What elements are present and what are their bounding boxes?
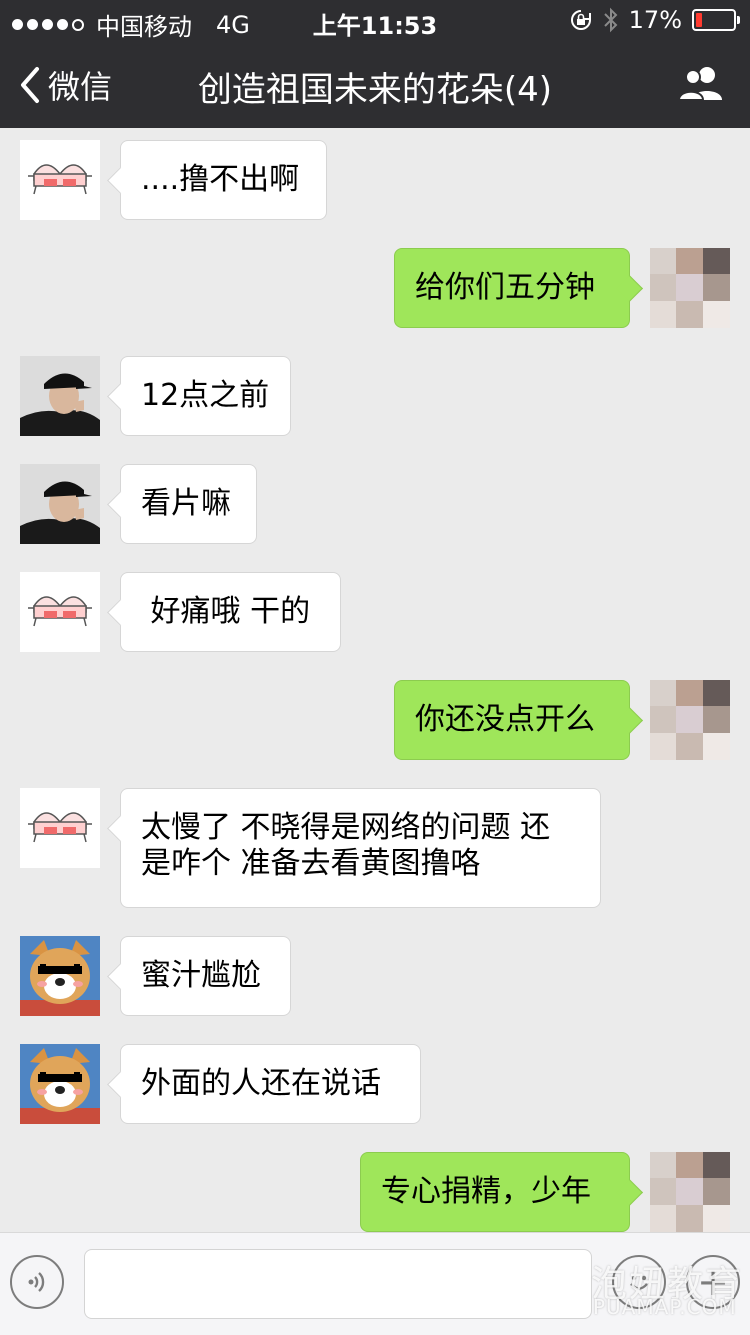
chat-history[interactable]: ....撸不出啊 给你们五分钟 12点之前看片嘛 好痛哦 干的 你还没点开么太慢了 不… bbox=[0, 128, 750, 1232]
back-label: 微信 bbox=[48, 68, 113, 106]
pixel-block bbox=[703, 1178, 730, 1205]
chat-message: 你还没点开么 bbox=[0, 668, 750, 772]
pixel-block bbox=[650, 1178, 676, 1205]
signal-dot bbox=[12, 19, 23, 30]
sender-avatar[interactable] bbox=[20, 140, 100, 220]
pixel-block bbox=[703, 1205, 730, 1232]
nav-bar: 微信 创造祖国未来的花朵(4) bbox=[0, 40, 750, 128]
group-members-button[interactable] bbox=[676, 64, 726, 104]
boy-avatar-art bbox=[20, 356, 100, 436]
chat-message: 给你们五分钟 bbox=[0, 236, 750, 340]
pixel-block bbox=[703, 301, 730, 328]
battery-percent: 17% bbox=[628, 6, 682, 34]
pixel-block bbox=[676, 1152, 703, 1178]
battery-level bbox=[696, 13, 702, 27]
battery-icon bbox=[692, 9, 740, 31]
signal-dot bbox=[57, 19, 68, 30]
pixel-block bbox=[676, 1205, 703, 1232]
signal-dot bbox=[27, 19, 38, 30]
chat-message: 蜜汁尴尬 bbox=[0, 924, 750, 1028]
incoming-message-bubble[interactable]: 太慢了 不晓得是网络的问题 还是咋个 准备去看黄图撸咯 bbox=[120, 788, 601, 908]
input-bar: + bbox=[0, 1232, 750, 1335]
outgoing-message-bubble[interactable]: 你还没点开么 bbox=[394, 680, 630, 760]
carrier-name: 中国移动 bbox=[96, 13, 192, 41]
undies-avatar-art bbox=[28, 596, 92, 627]
outgoing-message-bubble[interactable]: 给你们五分钟 bbox=[394, 248, 630, 328]
rotation-lock-icon bbox=[570, 10, 591, 30]
signal-strength: 中国移动 4G bbox=[12, 7, 250, 42]
undies-avatar-art bbox=[28, 812, 92, 843]
chat-title: 创造祖国未来的花朵(4) bbox=[197, 70, 553, 110]
my-avatar[interactable] bbox=[650, 248, 730, 328]
pixel-block bbox=[703, 706, 730, 733]
pixel-block bbox=[650, 1205, 676, 1232]
pixel-block bbox=[703, 248, 730, 274]
sender-avatar[interactable] bbox=[20, 572, 100, 652]
boy-avatar-art bbox=[20, 464, 100, 544]
incoming-message-bubble[interactable]: 看片嘛 bbox=[120, 464, 257, 544]
sender-avatar[interactable] bbox=[20, 1044, 100, 1124]
pixel-block bbox=[650, 1152, 676, 1178]
chevron-left-icon bbox=[21, 67, 39, 103]
pixel-block bbox=[676, 301, 703, 328]
status-bar: 中国移动 4G 上午11:53 17% bbox=[0, 0, 750, 42]
dog-avatar-art bbox=[20, 936, 100, 1016]
pixel-block bbox=[676, 733, 703, 760]
chat-message: 12点之前 bbox=[0, 344, 750, 448]
pixel-block bbox=[650, 706, 676, 733]
pixel-block bbox=[703, 274, 730, 301]
pixel-block bbox=[650, 248, 676, 274]
incoming-message-bubble[interactable]: 外面的人还在说话 bbox=[120, 1044, 421, 1124]
network-type: 4G bbox=[216, 10, 250, 39]
pixel-block bbox=[676, 274, 703, 301]
incoming-message-bubble[interactable]: 12点之前 bbox=[120, 356, 291, 436]
message-input[interactable] bbox=[84, 1249, 592, 1319]
group-members-icon bbox=[677, 67, 722, 101]
incoming-message-bubble[interactable]: ....撸不出啊 bbox=[120, 140, 327, 220]
pixel-block bbox=[703, 680, 730, 706]
chat-message: 外面的人还在说话 bbox=[0, 1032, 750, 1136]
bluetooth-icon bbox=[603, 7, 618, 33]
pixel-block bbox=[676, 706, 703, 733]
pixel-block bbox=[703, 733, 730, 760]
outgoing-message-bubble[interactable]: 专心捐精，少年 bbox=[360, 1152, 630, 1232]
voice-toggle-button[interactable] bbox=[10, 1255, 64, 1309]
back-button[interactable]: 微信 bbox=[18, 62, 112, 108]
sender-avatar[interactable] bbox=[20, 936, 100, 1016]
plus-icon: + bbox=[697, 1260, 729, 1304]
sender-avatar[interactable] bbox=[20, 788, 100, 868]
pixel-block bbox=[676, 680, 703, 706]
incoming-message-bubble[interactable]: 好痛哦 干的 bbox=[120, 572, 341, 652]
emoji-icon bbox=[630, 1275, 648, 1290]
emoji-button[interactable] bbox=[612, 1255, 666, 1309]
sender-avatar[interactable] bbox=[20, 356, 100, 436]
dog-avatar-art bbox=[20, 1044, 100, 1124]
undies-avatar-art bbox=[28, 164, 92, 195]
pixel-block bbox=[676, 248, 703, 274]
signal-dot bbox=[42, 19, 53, 30]
sender-avatar[interactable] bbox=[20, 464, 100, 544]
more-options-button[interactable]: + bbox=[686, 1255, 740, 1309]
pixel-block bbox=[650, 680, 676, 706]
pixel-block bbox=[703, 1152, 730, 1178]
chat-message: 太慢了 不晓得是网络的问题 还是咋个 准备去看黄图撸咯 bbox=[0, 776, 750, 920]
chat-message: 专心捐精，少年 bbox=[0, 1140, 750, 1232]
pixel-block bbox=[650, 301, 676, 328]
my-avatar[interactable] bbox=[650, 1152, 730, 1232]
pixel-block bbox=[650, 274, 676, 301]
pixel-block bbox=[676, 1178, 703, 1205]
incoming-message-bubble[interactable]: 蜜汁尴尬 bbox=[120, 936, 291, 1016]
signal-dot-empty bbox=[72, 18, 84, 31]
chat-message: ....撸不出啊 bbox=[0, 128, 750, 232]
chat-message: 看片嘛 bbox=[0, 452, 750, 556]
my-avatar[interactable] bbox=[650, 680, 730, 760]
chat-message: 好痛哦 干的 bbox=[0, 560, 750, 664]
pixel-block bbox=[650, 733, 676, 760]
voice-icon bbox=[28, 1272, 45, 1292]
